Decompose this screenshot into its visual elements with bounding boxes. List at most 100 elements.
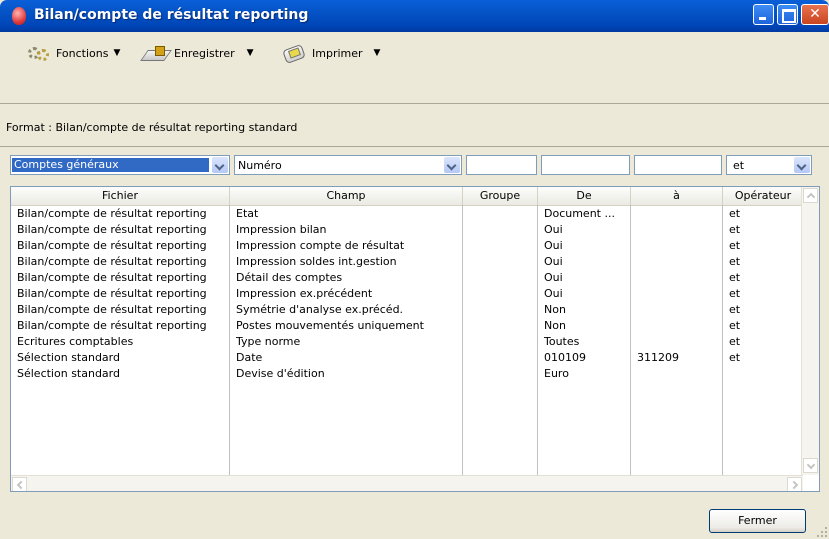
cell-de: Non (544, 319, 566, 332)
scroll-down-icon[interactable] (803, 458, 818, 473)
chevron-down-icon: ▼ (246, 48, 254, 58)
scroll-left-icon[interactable] (12, 477, 27, 491)
field-select[interactable]: Numéro (234, 155, 462, 175)
toolbar: Fonctions ▼ Enregistrer ▼ Imprimer ▼ (0, 32, 829, 72)
cell-a (631, 254, 723, 270)
column-header-operateur[interactable]: Opérateur (723, 187, 803, 205)
cell-de: Oui (544, 255, 563, 268)
table-header: Fichier Champ Groupe De à Opérateur (11, 187, 819, 206)
print-label: Imprimer (312, 46, 363, 60)
cell-champ: Impression bilan (236, 223, 327, 236)
column-header-de[interactable]: De (538, 187, 631, 205)
cell-champ: Date (236, 351, 263, 364)
cell-a (631, 206, 723, 222)
cell-groupe (463, 286, 538, 302)
save-icon (142, 44, 170, 62)
save-menu-button[interactable]: Enregistrer ▼ (142, 44, 254, 62)
cell-fichier: Bilan/compte de résultat reporting (17, 271, 207, 284)
table-row[interactable]: Bilan/compte de résultat reporting Postes… (11, 318, 807, 334)
maximize-icon (782, 9, 796, 23)
cell-operateur: et (729, 255, 741, 268)
cell-fichier: Bilan/compte de résultat reporting (17, 303, 207, 316)
divider (0, 103, 829, 104)
cell-de: Oui (544, 271, 563, 284)
column-header-a[interactable]: à (631, 187, 723, 205)
cell-groupe (463, 334, 538, 350)
table-row[interactable]: Ecritures comptables Type norme Toutes et (11, 334, 807, 350)
functions-menu-button[interactable]: Fonctions ▼ (26, 44, 120, 62)
close-button[interactable]: Fermer (709, 509, 806, 533)
cell-champ: Symétrie d'analyse ex.précéd. (236, 303, 404, 316)
cell-champ: Impression ex.précédent (236, 287, 373, 300)
cell-fichier: Bilan/compte de résultat reporting (17, 319, 207, 332)
cell-fichier: Sélection standard (17, 351, 120, 364)
table-row[interactable]: Bilan/compte de résultat reporting Impres… (11, 286, 807, 302)
vertical-scrollbar[interactable] (801, 187, 819, 475)
printer-icon (280, 44, 308, 62)
column-header-fichier[interactable]: Fichier (11, 187, 230, 205)
table-row[interactable]: Sélection standard Devise d'édition Euro (11, 366, 807, 382)
cell-operateur: et (729, 351, 741, 364)
table-row[interactable]: Bilan/compte de résultat reporting Symétr… (11, 302, 807, 318)
cell-champ: Devise d'édition (236, 367, 325, 380)
cell-a (631, 270, 723, 286)
cell-operateur: et (729, 335, 741, 348)
app-icon (12, 7, 26, 25)
cell-operateur: et (729, 239, 741, 252)
cell-de: Oui (544, 287, 563, 300)
table-row[interactable]: Bilan/compte de résultat reporting Impres… (11, 254, 807, 270)
close-window-button[interactable]: ✕ (801, 4, 829, 25)
operator-select[interactable]: et (726, 155, 812, 175)
scroll-up-icon[interactable] (803, 188, 818, 203)
cell-operateur: et (729, 223, 741, 236)
column-header-groupe[interactable]: Groupe (463, 187, 538, 205)
close-icon: ✕ (809, 6, 821, 22)
cell-fichier: Bilan/compte de résultat reporting (17, 239, 207, 252)
field-select-value: Numéro (238, 159, 282, 172)
minimize-icon (759, 17, 766, 20)
table-row[interactable]: Bilan/compte de résultat reporting Détail… (11, 270, 807, 286)
column-header-champ[interactable]: Champ (230, 187, 463, 205)
file-select[interactable]: Comptes généraux (10, 155, 230, 175)
gears-icon (26, 44, 52, 62)
cell-champ: Détail des comptes (236, 271, 343, 284)
table-row[interactable]: Sélection standard Date 010109 311209 et (11, 350, 807, 366)
chevron-down-icon[interactable] (794, 157, 810, 173)
cell-a (631, 302, 723, 318)
cell-groupe (463, 302, 538, 318)
maximize-button[interactable] (777, 4, 798, 25)
cell-groupe (463, 206, 538, 222)
cell-champ: Postes mouvementés uniquement (236, 319, 424, 332)
group-input[interactable] (466, 155, 537, 175)
cell-de: Document ... (544, 207, 615, 220)
table-row[interactable]: Bilan/compte de résultat reporting Etat Do… (11, 206, 807, 222)
cell-fichier: Bilan/compte de résultat reporting (17, 207, 207, 220)
cell-a (631, 318, 723, 334)
operator-select-value: et (733, 159, 745, 172)
window-title: Bilan/compte de résultat reporting (34, 7, 309, 23)
table-row[interactable]: Bilan/compte de résultat reporting Impres… (11, 238, 807, 254)
cell-groupe (463, 318, 538, 334)
horizontal-scrollbar[interactable] (11, 475, 803, 491)
cell-a (631, 366, 723, 382)
to-input[interactable] (634, 155, 722, 175)
minimize-button[interactable] (753, 4, 774, 25)
chevron-down-icon[interactable] (444, 157, 460, 173)
table-row[interactable]: Bilan/compte de résultat reporting Impres… (11, 222, 807, 238)
scroll-right-icon[interactable] (787, 477, 802, 491)
cell-groupe (463, 254, 538, 270)
cell-champ: Impression compte de résultat (236, 239, 405, 252)
save-label: Enregistrer (174, 46, 235, 60)
divider (0, 146, 829, 147)
from-input[interactable] (541, 155, 630, 175)
cell-fichier: Bilan/compte de résultat reporting (17, 223, 207, 236)
cell-champ: Type norme (236, 335, 301, 348)
cell-a (631, 238, 723, 254)
title-bar[interactable]: Bilan/compte de résultat reporting ✕ (0, 0, 829, 32)
cell-de: Toutes (544, 335, 580, 348)
print-menu-button[interactable]: Imprimer ▼ (280, 44, 380, 62)
cell-de: Non (544, 303, 566, 316)
cell-a (631, 334, 723, 350)
resize-grip-icon[interactable] (817, 527, 827, 537)
chevron-down-icon[interactable] (212, 157, 228, 173)
